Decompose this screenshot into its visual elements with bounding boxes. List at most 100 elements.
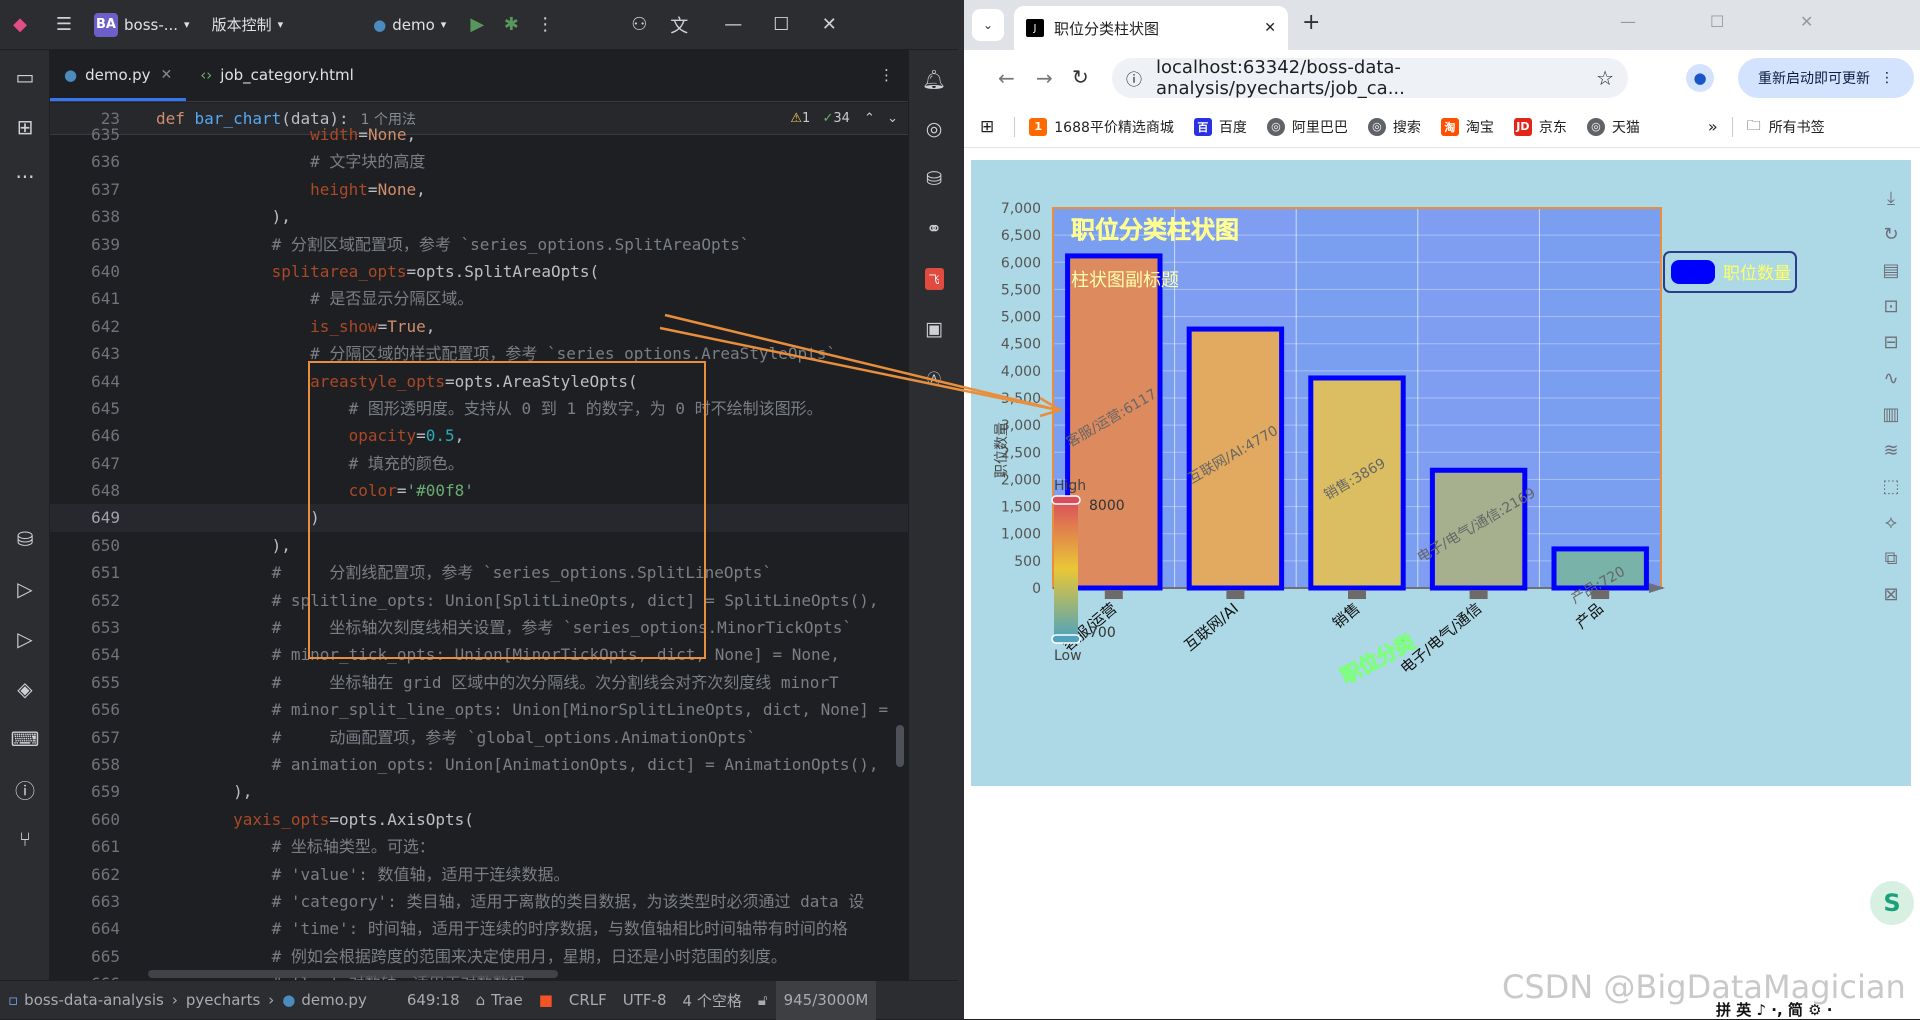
code-line[interactable]: 662 # 'value': 数值轴，适用于连续数据。	[50, 861, 908, 888]
code-line[interactable]: 643 # 分隔区域的样式配置项，参考 `series_options.Area…	[50, 340, 908, 367]
code-line[interactable]: 653 # 坐标轴次刻度线相关设置，参考 `series_options.Min…	[50, 614, 908, 641]
problems-icon[interactable]: ⓘ	[0, 764, 50, 814]
line-chart-icon[interactable]: ∿	[1877, 360, 1905, 396]
vcs-menu[interactable]: 版本控制 ▾	[212, 0, 284, 50]
python-console-icon[interactable]: ⚭	[909, 204, 959, 254]
code-line[interactable]: 658 # animation_opts: Union[AnimationOpt…	[50, 751, 908, 778]
layers-icon[interactable]: ◈	[0, 664, 50, 714]
add-user-icon[interactable]: ⚇	[622, 8, 656, 42]
translate-icon[interactable]: 文	[662, 8, 696, 42]
bookmark-tmall[interactable]: ◎ 天猫	[1586, 117, 1640, 137]
git-icon[interactable]: ⑂	[0, 814, 50, 864]
plugin-icon[interactable]: 飞	[909, 254, 959, 304]
code-line[interactable]: 637 height=None,	[50, 176, 908, 203]
code-line[interactable]: 648 color='#00f8'	[50, 477, 908, 504]
data-view-icon[interactable]: ▤	[1877, 252, 1905, 288]
apps-grid-icon[interactable]: ⊞	[980, 117, 994, 137]
bookmark-taobao[interactable]: 淘淘宝	[1440, 117, 1494, 137]
update-button[interactable]: 重新启动即可更新 ⋮	[1738, 58, 1914, 98]
code-line[interactable]: 655 # 坐标轴在 grid 区域中的次分隔线。次分割线会对齐次刻度线 min…	[50, 669, 908, 696]
bookmark-jd[interactable]: JD 京东	[1513, 117, 1567, 137]
file-breadcrumb[interactable]: ● demo.py	[274, 981, 375, 1020]
back-icon[interactable]: ←	[998, 66, 1015, 90]
zoom-back-icon[interactable]: ⊟	[1877, 324, 1905, 360]
code-line[interactable]: 656 # minor_split_line_opts: Union[Minor…	[50, 696, 908, 723]
preview-icon[interactable]: ▣	[909, 304, 959, 354]
lock-icon[interactable]: 🔓︎	[750, 981, 776, 1020]
zoom-icon[interactable]: ⊡	[1877, 288, 1905, 324]
code-line[interactable]: 661 # 坐标轴类型。可选：	[50, 833, 908, 860]
code-line[interactable]: 660 yaxis_opts=opts.AxisOpts(	[50, 806, 908, 833]
project-breadcrumb[interactable]: ▫ boss-data-analysis	[0, 981, 172, 1020]
brush-rect-icon[interactable]: ⬚	[1877, 468, 1905, 504]
code-line[interactable]: 651 # 分割线配置项，参考 `series_options.SplitLin…	[50, 559, 908, 586]
horizontal-scrollbar[interactable]	[148, 970, 558, 978]
bookmark-1688[interactable]: 1 1688平价精选商城	[1029, 117, 1174, 137]
notifications-icon[interactable]: 🔔︎	[909, 54, 959, 104]
bookmark-star-icon[interactable]: ☆	[1596, 66, 1614, 90]
file-encoding[interactable]: UTF-8	[615, 981, 675, 1020]
code-editor[interactable]: 23 def bar_chart(data): 1 个用法 ⚠1 ✓34 ⌃ ⌄…	[50, 103, 908, 980]
tab-search-icon[interactable]: ⌄	[972, 9, 1004, 41]
trae-plugin[interactable]: ⌂ Trae	[468, 981, 531, 1020]
caret-position[interactable]: 649:18	[399, 981, 468, 1020]
bookmark-alibaba[interactable]: ◎ 阿里巴巴	[1266, 117, 1348, 137]
memory-indicator[interactable]: 945/3000M	[775, 980, 877, 1020]
restore-icon[interactable]: ↻	[1877, 216, 1905, 252]
font-icon[interactable]: Ⓐ	[909, 354, 959, 404]
brush-polygon-icon[interactable]: ⟡	[1877, 504, 1905, 540]
code-line[interactable]: 645 # 图形透明度。支持从 0 到 1 的数字，为 0 时不绘制该图形。	[50, 395, 908, 422]
code-line[interactable]: 657 # 动画配置项，参考 `global_options.Animation…	[50, 724, 908, 751]
folder-icon[interactable]: ▭	[0, 52, 50, 102]
project-switcher[interactable]: BA boss-... ▾	[94, 0, 190, 50]
services-icon[interactable]: ▷	[0, 564, 50, 614]
run-tool-icon[interactable]: ▷	[0, 614, 50, 664]
close-window-icon[interactable]: ✕	[1800, 12, 1813, 31]
code-line[interactable]: 639 # 分割区域配置项，参考 `series_options.SplitAr…	[50, 231, 908, 258]
code-line[interactable]: 647 # 填充的颜色。	[50, 450, 908, 477]
site-info-icon[interactable]: ⓘ	[1126, 66, 1142, 90]
stack-icon[interactable]: ≋	[1877, 432, 1905, 468]
code-line[interactable]: 650 ),	[50, 532, 908, 559]
close-icon[interactable]: ✕	[812, 8, 846, 42]
brush-clear-icon[interactable]: ⊠	[1877, 576, 1905, 612]
new-tab-icon[interactable]: +	[1302, 10, 1320, 35]
structure-icon[interactable]: ⊞	[0, 102, 50, 152]
download-icon[interactable]: ⤓	[1877, 180, 1905, 216]
assistant-fab[interactable]: S	[1870, 881, 1914, 925]
code-line[interactable]: 644 areastyle_opts=opts.AreaStyleOpts(	[50, 368, 908, 395]
browser-tab[interactable]: J 职位分类柱状图 ✕	[1014, 6, 1288, 50]
ai-assistant-icon[interactable]: ◎	[909, 104, 959, 154]
debug-icon[interactable]: ✱	[494, 8, 528, 42]
code-line[interactable]: 635 width=None,	[50, 121, 908, 148]
maximize-icon[interactable]: ☐	[764, 8, 798, 42]
close-icon[interactable]: ✕	[1264, 20, 1276, 36]
bar-chart-icon[interactable]: ▥	[1877, 396, 1905, 432]
tabs-more-icon[interactable]: ⋮	[879, 66, 894, 84]
profile-avatar[interactable]: ●	[1686, 64, 1714, 92]
vertical-scrollbar-thumb[interactable]	[896, 725, 904, 767]
code-line[interactable]: 664 # 'time': 时间轴，适用于连续的时序数据，与数值轴相比时间轴带有…	[50, 915, 908, 942]
more-tools-icon[interactable]: ···	[0, 152, 50, 202]
minimize-icon[interactable]: —	[716, 8, 750, 42]
app-logo-icon[interactable]: ◆	[0, 8, 40, 42]
database-icon[interactable]: ⛁	[909, 154, 959, 204]
run-icon[interactable]: ▶	[460, 8, 494, 42]
brush-keep-icon[interactable]: ⧉	[1877, 540, 1905, 576]
code-line[interactable]: 641 # 是否显示分隔区域。	[50, 285, 908, 312]
forward-icon[interactable]: →	[1036, 66, 1053, 90]
windows-icon[interactable]: ■	[531, 981, 561, 1020]
address-bar[interactable]: ⓘ localhost:63342/boss-data-analysis/pye…	[1112, 57, 1628, 99]
code-line[interactable]: 640 splitarea_opts=opts.SplitAreaOpts(	[50, 258, 908, 285]
line-separator[interactable]: CRLF	[561, 981, 615, 1020]
more-icon[interactable]: ⋮	[528, 8, 562, 42]
database-icon[interactable]: ⛁	[0, 514, 50, 564]
bookmark-baidu[interactable]: 百百度	[1193, 117, 1247, 137]
maximize-icon[interactable]: ☐	[1710, 12, 1724, 31]
indent-setting[interactable]: 4 个空格	[675, 981, 750, 1020]
code-line[interactable]: 638 ),	[50, 203, 908, 230]
code-line[interactable]: 652 # splitline_opts: Union[SplitLineOpt…	[50, 587, 908, 614]
terminal-icon[interactable]: ⌨	[0, 714, 50, 764]
code-line[interactable]: 642 is_show=True,	[50, 313, 908, 340]
run-config-selector[interactable]: ● demo ▾	[373, 0, 446, 50]
